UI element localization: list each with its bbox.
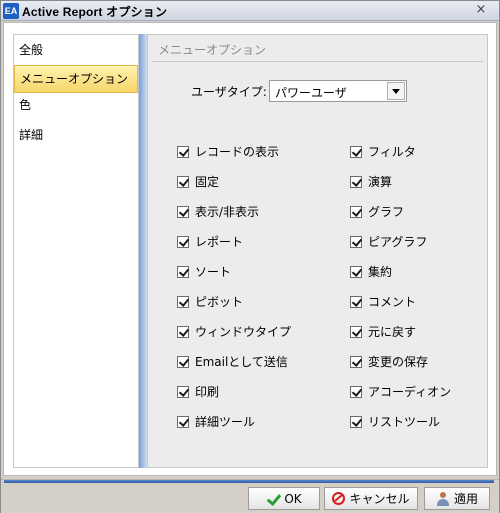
user-type-value: パワーユーザ — [275, 86, 347, 100]
checkbox[interactable] — [350, 266, 362, 278]
checkbox[interactable] — [177, 296, 189, 308]
sidebar-item-color[interactable]: 色 — [14, 93, 138, 123]
checkbox[interactable] — [177, 206, 189, 218]
checkbox[interactable] — [350, 146, 362, 158]
option-label: アコーディオン — [368, 385, 452, 399]
checkbox[interactable] — [350, 236, 362, 248]
option-label: 表示/非表示 — [195, 205, 260, 219]
close-icon[interactable]: × — [473, 2, 489, 18]
option-label: グラフ — [368, 205, 405, 219]
sidebar-item-general[interactable]: 全般 — [14, 35, 138, 65]
checkbox[interactable] — [177, 146, 189, 158]
option-label: ウィンドウタイプ — [195, 325, 292, 339]
window-title: Active Report オプション — [22, 5, 168, 19]
checkmark-icon — [266, 492, 280, 506]
dialog-footer: OK キャンセル 適用 — [1, 479, 499, 513]
option-label: ピボット — [195, 295, 244, 309]
app-logo-icon: EA — [3, 3, 19, 19]
checkbox[interactable] — [350, 206, 362, 218]
user-type-label: ユーザタイプ: — [191, 85, 267, 99]
option-filter[interactable]: フィルタ — [350, 145, 451, 175]
option-report[interactable]: レポート — [177, 235, 291, 265]
footer-accent-line — [4, 480, 494, 483]
divider — [152, 61, 483, 62]
option-chart[interactable]: グラフ — [350, 205, 451, 235]
option-comment[interactable]: コメント — [350, 295, 451, 325]
option-label: コメント — [368, 295, 417, 309]
checkbox[interactable] — [177, 326, 189, 338]
option-label: Emailとして送信 — [195, 355, 288, 369]
option-label: レポート — [195, 235, 244, 249]
option-label: リストツール — [368, 415, 441, 429]
checkbox[interactable] — [350, 356, 362, 368]
apply-button-label: 適用 — [453, 492, 478, 506]
option-accordion[interactable]: アコーディオン — [350, 385, 451, 415]
option-save-changes[interactable]: 変更の保存 — [350, 355, 451, 385]
option-pie-chart[interactable]: ピアグラフ — [350, 235, 451, 265]
option-send-email[interactable]: Emailとして送信 — [177, 355, 291, 385]
option-calculation[interactable]: 演算 — [350, 175, 451, 205]
option-label: レコードの表示 — [195, 145, 280, 159]
checkbox[interactable] — [350, 296, 362, 308]
dialog-body: 全般 メニューオプション 色 詳細 メニューオプション ユーザタイプ: パワーユ… — [3, 22, 497, 476]
option-print[interactable]: 印刷 — [177, 385, 291, 415]
category-sidebar: 全般 メニューオプション 色 詳細 — [13, 34, 139, 468]
option-freeze[interactable]: 固定 — [177, 175, 291, 205]
panel-title: メニューオプション — [158, 43, 267, 57]
user-icon — [436, 491, 450, 506]
checkbox[interactable] — [350, 416, 362, 428]
menu-options-panel: メニューオプション ユーザタイプ: パワーユーザ レコードの表示 固定 表示/非… — [147, 34, 488, 468]
option-label: ピアグラフ — [368, 235, 428, 249]
option-label: ソート — [195, 265, 232, 279]
option-label: フィルタ — [368, 145, 416, 159]
apply-button[interactable]: 適用 — [424, 487, 490, 510]
title-bar: EA Active Report オプション × — [1, 1, 499, 21]
option-record-display[interactable]: レコードの表示 — [177, 145, 291, 175]
checkbox[interactable] — [350, 176, 362, 188]
option-list-tools[interactable]: リストツール — [350, 415, 451, 445]
option-window-type[interactable]: ウィンドウタイプ — [177, 325, 291, 355]
checkbox[interactable] — [350, 326, 362, 338]
checkbox[interactable] — [177, 176, 189, 188]
option-show-hide[interactable]: 表示/非表示 — [177, 205, 291, 235]
option-label: 集約 — [368, 265, 393, 279]
checkbox[interactable] — [177, 416, 189, 428]
chevron-down-icon[interactable] — [387, 82, 405, 100]
option-label: 詳細ツール — [195, 415, 256, 429]
cancel-button-label: キャンセル — [349, 492, 410, 506]
cancel-button[interactable]: キャンセル — [324, 487, 418, 510]
options-column-right: フィルタ 演算 グラフ ピアグラフ 集約 コメント 元に戻す 変更の保存 アコー… — [350, 145, 451, 445]
sidebar-item-menu-options[interactable]: メニューオプション — [14, 65, 138, 93]
panel-splitter[interactable] — [139, 34, 147, 468]
option-label: 元に戻す — [368, 325, 417, 339]
cancel-icon — [332, 492, 346, 505]
option-label: 演算 — [368, 175, 393, 189]
option-aggregate[interactable]: 集約 — [350, 265, 451, 295]
option-label: 印刷 — [195, 385, 220, 399]
option-label: 固定 — [195, 175, 220, 189]
checkbox[interactable] — [177, 386, 189, 398]
option-undo[interactable]: 元に戻す — [350, 325, 451, 355]
ok-button-label: OK — [284, 491, 302, 506]
option-detail-tools[interactable]: 詳細ツール — [177, 415, 291, 445]
sidebar-item-details[interactable]: 詳細 — [14, 123, 138, 153]
checkbox[interactable] — [350, 386, 362, 398]
checkbox[interactable] — [177, 356, 189, 368]
checkbox[interactable] — [177, 266, 189, 278]
option-sort[interactable]: ソート — [177, 265, 291, 295]
option-label: 変更の保存 — [368, 355, 429, 369]
ok-button[interactable]: OK — [248, 487, 320, 510]
options-column-left: レコードの表示 固定 表示/非表示 レポート ソート ピボット ウィンドウタイプ… — [177, 145, 291, 445]
option-pivot[interactable]: ピボット — [177, 295, 291, 325]
checkbox[interactable] — [177, 236, 189, 248]
user-type-select[interactable]: パワーユーザ — [269, 80, 407, 102]
options-dialog: EA Active Report オプション × 全般 メニューオプション 色 … — [0, 0, 500, 513]
